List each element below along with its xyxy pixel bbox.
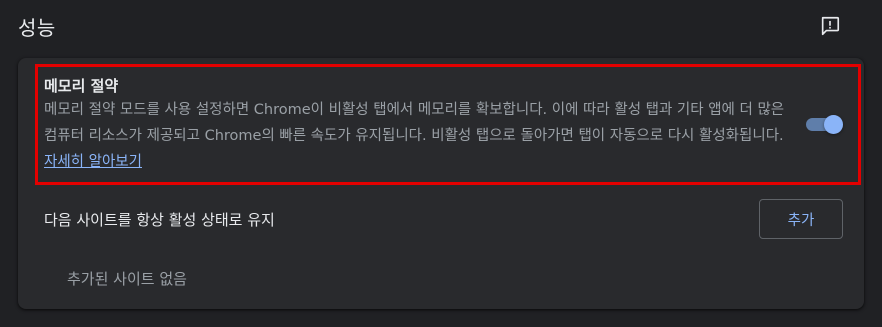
memory-saver-title: 메모리 절약 [44,77,119,95]
always-active-sites-label: 다음 사이트를 항상 활성 상태로 유지 [44,211,275,229]
feedback-button[interactable] [816,12,844,40]
page-title: 성능 [18,16,56,40]
no-sites-text: 추가된 사이트 없음 [67,270,187,288]
memory-saver-toggle[interactable] [804,114,843,134]
memory-saver-description-text: 메모리 절약 모드를 사용 설정하면 Chrome이 비활성 탭에서 메모리를 … [44,102,785,144]
feedback-icon [821,16,840,36]
toggle-knob [824,115,843,134]
learn-more-link[interactable]: 자세히 알아보기 [44,154,142,170]
memory-saver-description: 메모리 절약 모드를 사용 설정하면 Chrome이 비활성 탭에서 메모리를 … [44,97,786,175]
add-site-button[interactable]: 추가 [759,199,843,239]
